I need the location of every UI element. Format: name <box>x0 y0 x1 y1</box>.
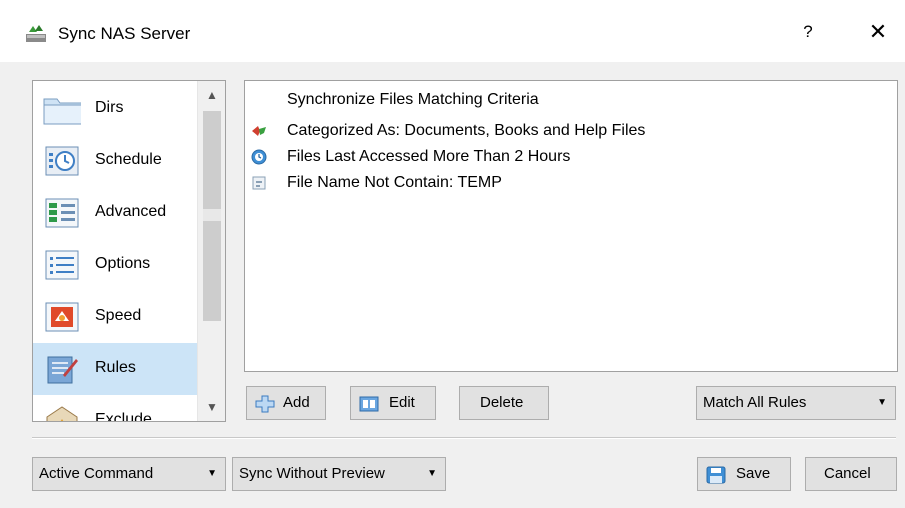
cancel-button[interactable]: Cancel <box>805 457 897 491</box>
help-button[interactable]: ? <box>790 14 826 50</box>
nav-item-options[interactable]: Options <box>33 239 197 291</box>
nav-item-dirs[interactable]: Dirs <box>33 83 197 135</box>
edit-button[interactable]: Edit <box>350 386 436 420</box>
options-icon <box>45 250 79 280</box>
nav-label-schedule: Schedule <box>95 151 162 168</box>
nav-label-advanced: Advanced <box>95 203 167 220</box>
rule-text: File Name Not Contain: TEMP <box>287 174 502 191</box>
clock-icon <box>251 149 267 165</box>
exclude-icon <box>46 406 78 421</box>
nav-label-speed: Speed <box>95 307 142 324</box>
active-command-label: Active Command <box>39 465 154 482</box>
rules-header: Synchronize Files Matching Criteria <box>287 91 539 108</box>
nav-scrollbar[interactable]: ▲ ▼ <box>197 81 225 421</box>
nav-item-schedule[interactable]: Schedule <box>33 135 197 187</box>
scroll-thumb-grip <box>203 209 221 221</box>
match-rules-value: Match All Rules <box>703 394 807 411</box>
close-button[interactable]: ✕ <box>858 14 898 50</box>
sync-app-icon <box>26 25 46 42</box>
add-button[interactable]: Add <box>246 386 326 420</box>
cancel-button-label: Cancel <box>824 465 871 482</box>
rule-text: Categorized As: Documents, Books and Hel… <box>287 122 646 139</box>
nav-item-exclude[interactable]: Exclude <box>33 395 197 422</box>
rules-icon <box>47 356 78 384</box>
category-icon <box>252 126 266 136</box>
edit-icon <box>359 396 379 412</box>
rules-list[interactable]: Synchronize Files Matching Criteria Cate… <box>244 80 898 372</box>
nav-label-dirs: Dirs <box>95 99 124 116</box>
delete-button-label: Delete <box>480 394 524 411</box>
speed-icon <box>45 302 79 332</box>
active-command-dropdown[interactable]: Active Command ▼ <box>32 457 226 491</box>
sync-mode-dropdown[interactable]: Sync Without Preview ▼ <box>232 457 446 491</box>
delete-button[interactable]: Delete <box>459 386 549 420</box>
divider-highlight <box>32 438 896 439</box>
nav-item-rules[interactable]: Rules <box>33 343 197 395</box>
save-button[interactable]: Save <box>697 457 791 491</box>
nav-label-rules: Rules <box>95 359 136 376</box>
scroll-up-icon[interactable]: ▲ <box>198 81 225 109</box>
match-rules-select[interactable]: Match All Rules ▼ <box>696 386 896 420</box>
window-title: Sync NAS Server <box>58 24 191 43</box>
nav-label-exclude: Exclude <box>95 411 152 422</box>
nav-label-options: Options <box>95 255 151 272</box>
filename-icon <box>252 176 266 190</box>
nav-item-speed[interactable]: Speed <box>33 291 197 343</box>
add-button-label: Add <box>283 394 310 411</box>
scroll-down-icon[interactable]: ▼ <box>198 393 225 421</box>
folder-icon <box>43 98 81 125</box>
schedule-icon <box>45 146 79 176</box>
category-list[interactable]: Dirs Schedule Advanced Options Speed Rul… <box>32 80 226 422</box>
chevron-down-icon: ▼ <box>427 468 437 479</box>
title-bar: Sync NAS Server ? ✕ <box>0 0 905 62</box>
plus-icon <box>255 395 275 413</box>
rule-text: Files Last Accessed More Than 2 Hours <box>287 148 571 165</box>
nav-item-advanced[interactable]: Advanced <box>33 187 197 239</box>
chevron-down-icon: ▼ <box>207 468 217 479</box>
edit-button-label: Edit <box>389 394 415 411</box>
save-button-label: Save <box>736 465 771 482</box>
sync-mode-label: Sync Without Preview <box>239 465 385 482</box>
advanced-icon <box>45 198 79 228</box>
floppy-disk-icon <box>706 466 726 484</box>
chevron-down-icon: ▼ <box>877 397 887 408</box>
